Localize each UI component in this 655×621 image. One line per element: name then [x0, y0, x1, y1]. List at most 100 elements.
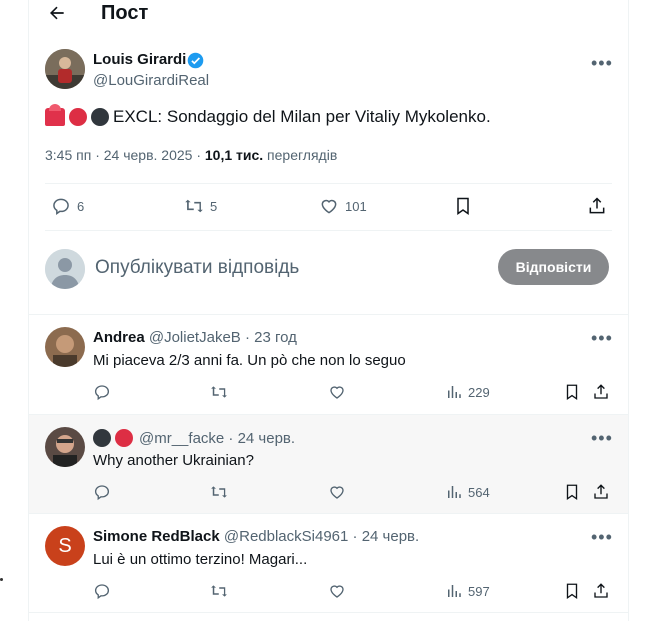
reply-text: Mi piaceva 2/3 anni fa. Un pò che non lo…: [93, 352, 406, 369]
share-action[interactable]: [592, 483, 615, 501]
heart-icon: [330, 585, 344, 598]
views-label: переглядів: [267, 147, 338, 163]
divider: [45, 183, 612, 184]
bookmark-icon: [566, 583, 578, 600]
top-bar: Пост: [29, 0, 628, 30]
divider: [29, 612, 628, 613]
share-action[interactable]: [587, 196, 613, 216]
siren-emoji-icon: [45, 104, 65, 126]
reply-header: @mr__facke · 24 черв.: [93, 429, 295, 447]
reply-views-count: 564: [468, 484, 490, 500]
reply-author-handle[interactable]: @mr__facke · 24 черв.: [139, 430, 295, 447]
repost-count: 5: [210, 198, 218, 214]
reply-author-handle[interactable]: @JolietJakeB · 23 год: [149, 329, 297, 346]
more-options-icon[interactable]: •••: [591, 54, 612, 78]
more-options-icon[interactable]: •••: [591, 528, 612, 552]
reply-button[interactable]: Відповісти: [498, 249, 609, 285]
user-photo-icon: [45, 327, 85, 367]
reply-views-count: 597: [468, 583, 490, 599]
bookmark-icon: [457, 197, 469, 215]
repost-action[interactable]: [210, 582, 233, 600]
reply-avatar[interactable]: [45, 327, 85, 367]
black-circle-emoji-icon: [93, 429, 111, 447]
like-action[interactable]: [328, 582, 351, 600]
share-icon: [594, 583, 608, 598]
reply-action[interactable]: [93, 383, 116, 401]
repost-action[interactable]: 5: [184, 196, 217, 216]
reply-header: Simone RedBlack @RedblackSi4961 · 24 чер…: [93, 528, 419, 545]
share-icon: [594, 484, 608, 499]
reply-item[interactable]: S Simone RedBlack @RedblackSi4961 · 24 ч…: [29, 514, 628, 612]
like-action[interactable]: 101: [319, 196, 367, 216]
repost-action[interactable]: [210, 383, 233, 401]
reply-item[interactable]: Andrea @JolietJakeB · 23 год ••• Mi piac…: [29, 315, 628, 414]
reply-action[interactable]: 6: [51, 196, 84, 216]
share-action[interactable]: [592, 383, 615, 401]
author-avatar[interactable]: [45, 49, 85, 89]
reply-author-handle[interactable]: @RedblackSi4961 · 24 черв.: [224, 528, 419, 545]
analytics-icon: [448, 386, 461, 398]
bookmark-action[interactable]: [563, 582, 586, 600]
bookmark-action[interactable]: [563, 483, 586, 501]
views-action[interactable]: 229: [445, 383, 490, 401]
bookmark-icon: [566, 384, 578, 401]
views-action[interactable]: 597: [445, 582, 490, 600]
red-circle-emoji-icon: [69, 108, 87, 126]
stray-dot: [0, 578, 3, 581]
views-action[interactable]: 564: [445, 483, 490, 501]
divider: [45, 230, 612, 231]
reply-text: Why another Ukrainian?: [93, 452, 254, 469]
reply-icon: [53, 198, 69, 215]
reply-avatar[interactable]: S: [45, 526, 85, 566]
reply-count: 6: [77, 198, 85, 214]
repost-icon: [185, 199, 203, 213]
reply-action[interactable]: [93, 582, 116, 600]
bookmark-action[interactable]: [453, 196, 479, 216]
post-time[interactable]: 3:45 пп · 24 черв. 2025 ·: [45, 147, 201, 163]
like-count: 101: [345, 198, 367, 214]
reply-input[interactable]: Опублікувати відповідь: [95, 257, 299, 279]
verified-badge-icon: [187, 52, 204, 69]
share-icon: [589, 197, 605, 214]
reply-icon: [94, 385, 110, 401]
repost-icon: [211, 386, 227, 398]
post-meta: 3:45 пп · 24 черв. 2025 · 10,1 тис. пере…: [45, 147, 337, 163]
page-title: Пост: [101, 2, 149, 24]
like-action[interactable]: [328, 383, 351, 401]
post-column: Пост Louis Girardi @LouGirardiReal ••• E…: [28, 0, 629, 621]
reply-views-count: 229: [468, 384, 490, 400]
post-body: EXCL: Sondaggio del Milan per Vitaliy My…: [113, 107, 491, 126]
like-action[interactable]: [328, 483, 351, 501]
user-photo-icon: [45, 427, 85, 467]
post-text: EXCL: Sondaggio del Milan per Vitaliy My…: [45, 104, 491, 127]
repost-icon: [211, 585, 227, 597]
reply-text: Lui è un ottimo terzino! Magari...: [93, 551, 308, 568]
repost-action[interactable]: [210, 483, 233, 501]
reply-icon: [94, 485, 110, 501]
black-circle-emoji-icon: [91, 108, 109, 126]
reply-header: Andrea @JolietJakeB · 23 год: [93, 329, 297, 346]
heart-icon: [321, 199, 337, 214]
reply-avatar[interactable]: [45, 427, 85, 467]
bookmark-icon: [566, 484, 578, 501]
repost-icon: [211, 486, 227, 498]
back-arrow-icon[interactable]: [47, 3, 67, 23]
author-photo-icon: [45, 49, 85, 89]
analytics-icon: [448, 486, 461, 498]
more-options-icon[interactable]: •••: [591, 329, 612, 353]
reply-action[interactable]: [93, 483, 116, 501]
red-circle-emoji-icon: [115, 429, 133, 447]
author-handle[interactable]: @LouGirardiReal: [93, 72, 209, 89]
share-icon: [594, 384, 608, 399]
bookmark-action[interactable]: [563, 383, 586, 401]
reply-icon: [94, 584, 110, 600]
default-user-icon: [45, 249, 85, 289]
reply-item[interactable]: @mr__facke · 24 черв. ••• Why another Uk…: [29, 415, 628, 513]
heart-icon: [330, 386, 344, 399]
author-name[interactable]: Louis Girardi: [93, 51, 186, 68]
current-user-avatar: [45, 249, 85, 289]
more-options-icon[interactable]: •••: [591, 429, 612, 453]
reply-author-name[interactable]: Andrea: [93, 329, 145, 346]
reply-author-name[interactable]: Simone RedBlack: [93, 528, 220, 545]
share-action[interactable]: [592, 582, 615, 600]
